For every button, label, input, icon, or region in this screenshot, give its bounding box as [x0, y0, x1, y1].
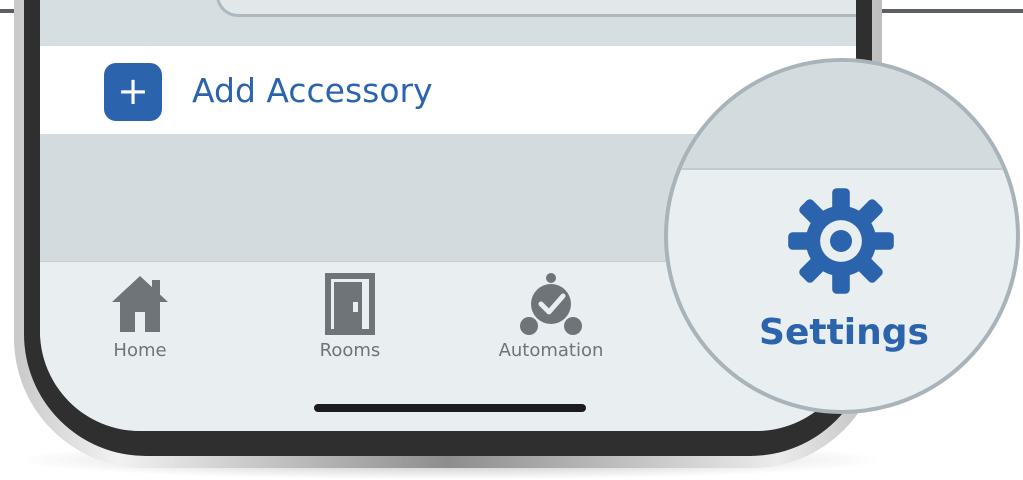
alarm-clock-check-icon	[520, 273, 582, 335]
settings-magnifier: Settings	[664, 58, 1020, 414]
tab-automation[interactable]: Automation	[471, 272, 631, 361]
home-indicator[interactable]	[314, 404, 586, 412]
search-bar[interactable]	[216, 0, 856, 17]
settings-label[interactable]: Settings	[668, 312, 1016, 353]
tab-automation-label: Automation	[498, 340, 604, 361]
plus-icon[interactable]: +	[104, 63, 162, 121]
tab-rooms[interactable]: Rooms	[270, 272, 430, 361]
tab-home[interactable]: Home	[60, 272, 220, 361]
gear-icon[interactable]	[786, 186, 896, 296]
magnifier-content-area	[668, 62, 1016, 170]
door-icon	[325, 273, 375, 335]
tab-home-label: Home	[113, 340, 167, 361]
add-accessory-label[interactable]: Add Accessory	[192, 71, 433, 110]
tab-rooms-label: Rooms	[319, 340, 381, 361]
home-icon	[112, 276, 168, 332]
